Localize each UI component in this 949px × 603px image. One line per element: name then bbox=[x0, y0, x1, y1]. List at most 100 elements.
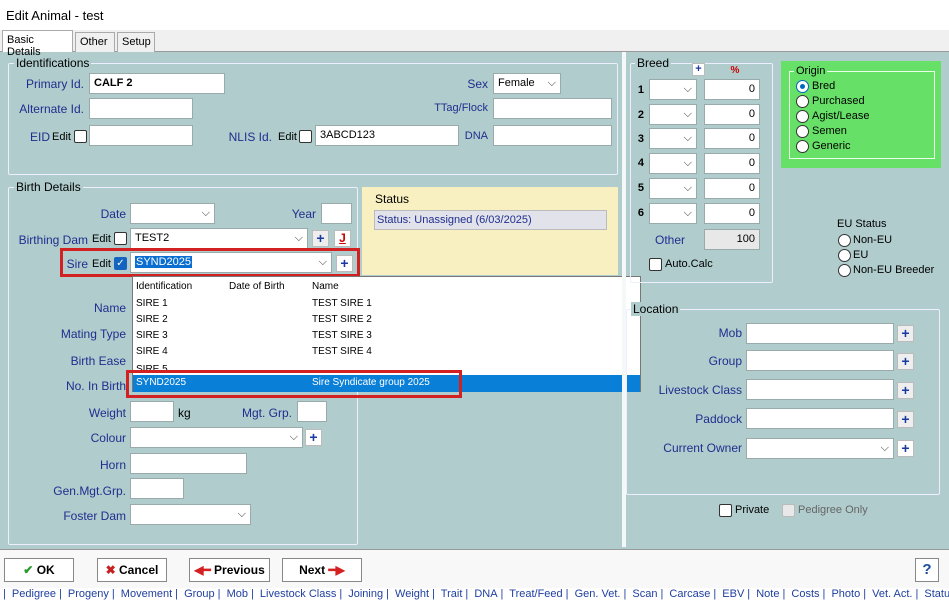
horn-input[interactable] bbox=[130, 453, 247, 474]
list-item[interactable]: SIRE 4 TEST SIRE 4 bbox=[133, 345, 640, 360]
breed-percent-input[interactable]: 0 bbox=[704, 104, 760, 125]
livestock-class-input[interactable] bbox=[746, 379, 894, 400]
link-separator: | bbox=[3, 588, 6, 600]
link-status-hist[interactable]: Status Hist. bbox=[924, 588, 949, 600]
current-owner-select[interactable]: ⌵ bbox=[746, 438, 894, 459]
link-weight[interactable]: Weight bbox=[395, 588, 429, 600]
breed-select[interactable]: ⌵ bbox=[649, 79, 697, 100]
tab-other[interactable]: Other bbox=[75, 32, 115, 52]
breed-row-number: 5 bbox=[637, 182, 644, 194]
eu-radio-non-eu[interactable] bbox=[838, 234, 851, 247]
breed-select[interactable]: ⌵ bbox=[649, 153, 697, 174]
add-colour-button[interactable]: + bbox=[305, 429, 322, 446]
breed-percent-input[interactable]: 0 bbox=[704, 153, 760, 174]
previous-button[interactable]: ◀━ Previous bbox=[189, 558, 270, 582]
link-scan[interactable]: Scan bbox=[632, 588, 657, 600]
link-photo[interactable]: Photo bbox=[831, 588, 860, 600]
link-costs[interactable]: Costs bbox=[791, 588, 819, 600]
link-ebv[interactable]: EBV bbox=[722, 588, 744, 600]
link-movement[interactable]: Movement bbox=[121, 588, 172, 600]
chevron-down-icon: ⌵ bbox=[547, 77, 556, 89]
chevron-down-icon: ⌵ bbox=[683, 83, 692, 95]
dna-input[interactable] bbox=[493, 125, 612, 146]
mob-input[interactable] bbox=[746, 323, 894, 344]
link-joining[interactable]: Joining bbox=[348, 588, 383, 600]
origin-radio-semen[interactable] bbox=[796, 125, 809, 138]
link-dna[interactable]: DNA bbox=[474, 588, 497, 600]
foster-dam-select[interactable]: ⌵ bbox=[130, 504, 251, 525]
link-note[interactable]: Note bbox=[756, 588, 779, 600]
link-separator: | bbox=[822, 588, 826, 600]
list-item[interactable]: SIRE 3 TEST SIRE 3 bbox=[133, 329, 640, 344]
birthing-dam-select[interactable]: TEST2 ⌵ bbox=[130, 228, 308, 249]
link-livestock-class[interactable]: Livestock Class bbox=[260, 588, 336, 600]
link-group[interactable]: Group bbox=[184, 588, 215, 600]
gen-mgt-grp-input[interactable] bbox=[130, 478, 184, 499]
ok-label: OK bbox=[36, 563, 55, 577]
dam-j-button[interactable]: J bbox=[334, 230, 351, 247]
help-button[interactable]: ? bbox=[915, 558, 939, 582]
link-carcase[interactable]: Carcase bbox=[669, 588, 710, 600]
ok-button[interactable]: ✔ OK bbox=[4, 558, 74, 582]
link-trait[interactable]: Trait bbox=[441, 588, 463, 600]
nlis-input[interactable]: 3ABCD123 bbox=[315, 125, 459, 146]
breed-select[interactable]: ⌵ bbox=[649, 104, 697, 125]
nlis-label: NLIS Id. bbox=[228, 130, 272, 144]
eid-edit-checkbox[interactable] bbox=[74, 130, 87, 143]
link-mob[interactable]: Mob bbox=[227, 588, 248, 600]
origin-option-label: Generic bbox=[812, 140, 851, 152]
alternate-id-input[interactable] bbox=[89, 98, 193, 119]
eid-input[interactable] bbox=[89, 125, 193, 146]
link-gen-vet[interactable]: Gen. Vet. bbox=[575, 588, 621, 600]
breed-select[interactable]: ⌵ bbox=[649, 178, 697, 199]
colour-select[interactable]: ⌵ bbox=[130, 427, 303, 448]
primary-id-input[interactable]: CALF 2 bbox=[89, 73, 225, 94]
paddock-input[interactable] bbox=[746, 408, 894, 429]
cancel-button[interactable]: ✖ Cancel bbox=[97, 558, 167, 582]
next-button[interactable]: Next ━▶ bbox=[282, 558, 362, 582]
birth-year-input[interactable] bbox=[321, 203, 352, 224]
origin-radio-generic[interactable] bbox=[796, 140, 809, 153]
add-mob-button[interactable]: + bbox=[897, 325, 914, 342]
nlis-edit-checkbox[interactable] bbox=[299, 130, 312, 143]
sex-select[interactable]: Female ⌵ bbox=[493, 73, 561, 94]
mgt-grp-input[interactable] bbox=[297, 401, 327, 422]
add-paddock-button[interactable]: + bbox=[897, 411, 914, 428]
origin-radio-bred[interactable] bbox=[796, 80, 809, 93]
ttag-input[interactable] bbox=[493, 98, 612, 119]
eu-radio-non-eu-breeder[interactable] bbox=[838, 264, 851, 277]
breed-percent-input[interactable]: 0 bbox=[704, 79, 760, 100]
list-item[interactable]: SIRE 1 TEST SIRE 1 bbox=[133, 297, 640, 312]
breed-row-number: 1 bbox=[637, 84, 644, 96]
add-group-button[interactable]: + bbox=[897, 353, 914, 370]
link-treat-feed[interactable]: Treat/Feed bbox=[509, 588, 562, 600]
breed-select[interactable]: ⌵ bbox=[649, 203, 697, 224]
add-owner-button[interactable]: + bbox=[897, 440, 914, 457]
add-breed-button[interactable]: + bbox=[692, 63, 705, 76]
sex-value: Female bbox=[498, 77, 535, 89]
origin-title: Origin bbox=[794, 65, 828, 77]
eu-option-label: Non-EU bbox=[853, 234, 893, 246]
link-pedigree[interactable]: Pedigree bbox=[12, 588, 56, 600]
auto-calc-checkbox[interactable] bbox=[649, 258, 662, 271]
private-checkbox[interactable] bbox=[719, 504, 732, 517]
breed-percent-input[interactable]: 0 bbox=[704, 178, 760, 199]
breed-select[interactable]: ⌵ bbox=[649, 128, 697, 149]
group-input[interactable] bbox=[746, 350, 894, 371]
eu-radio-eu[interactable] bbox=[838, 249, 851, 262]
tab-basic-details[interactable]: Basic Details bbox=[2, 30, 73, 58]
link-progeny[interactable]: Progeny bbox=[68, 588, 109, 600]
weight-input[interactable] bbox=[130, 401, 174, 422]
add-livestock-class-button[interactable]: + bbox=[897, 382, 914, 399]
origin-radio-purchased[interactable] bbox=[796, 95, 809, 108]
origin-radio-agist[interactable] bbox=[796, 110, 809, 123]
link-vet-act[interactable]: Vet. Act. bbox=[872, 588, 912, 600]
dam-edit-checkbox[interactable] bbox=[114, 232, 127, 245]
dd-row-id: SIRE 2 bbox=[136, 314, 168, 325]
list-item[interactable]: SIRE 2 TEST SIRE 2 bbox=[133, 313, 640, 328]
tab-setup[interactable]: Setup bbox=[117, 32, 155, 52]
breed-percent-input[interactable]: 0 bbox=[704, 128, 760, 149]
birth-date-select[interactable]: ⌵ bbox=[130, 203, 215, 224]
breed-percent-input[interactable]: 0 bbox=[704, 203, 760, 224]
add-dam-button[interactable]: + bbox=[312, 230, 329, 247]
